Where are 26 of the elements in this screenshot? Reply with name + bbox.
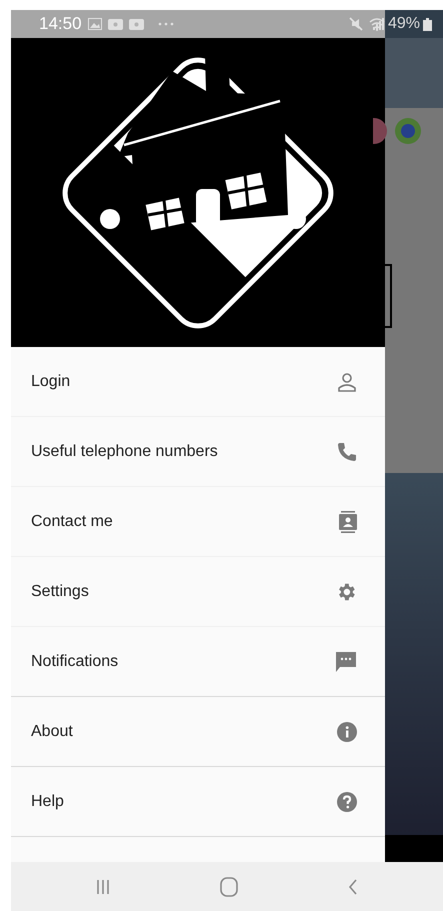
status-time: 14:50 <box>39 13 82 36</box>
signal-icon <box>373 18 385 30</box>
home-icon[interactable] <box>220 876 238 896</box>
contact-card-icon <box>339 510 357 532</box>
wifi-icon <box>369 18 385 30</box>
help-icon <box>337 792 357 812</box>
mute-icon <box>349 17 363 31</box>
phone-icon <box>337 442 357 462</box>
menu-item[interactable]: Notifications <box>11 627 385 697</box>
more-icon <box>158 22 174 26</box>
menu-item[interactable]: About <box>11 697 385 767</box>
video-icon <box>108 18 123 30</box>
menu-item[interactable]: Contact me <box>11 487 385 557</box>
battery-icon <box>423 18 432 30</box>
person-icon <box>337 372 357 392</box>
app-footer-bar <box>385 835 443 862</box>
flag-icon <box>373 118 387 144</box>
battery-percentage: 49% <box>388 14 420 34</box>
message-icon <box>335 650 357 672</box>
flag-icon <box>395 118 421 144</box>
video-icon <box>128 18 144 30</box>
back-icon[interactable] <box>348 878 358 894</box>
menu-item[interactable]: Help <box>11 767 385 837</box>
recent-apps-icon[interactable] <box>96 878 110 894</box>
info-icon <box>337 722 357 742</box>
image-icon <box>88 18 102 30</box>
